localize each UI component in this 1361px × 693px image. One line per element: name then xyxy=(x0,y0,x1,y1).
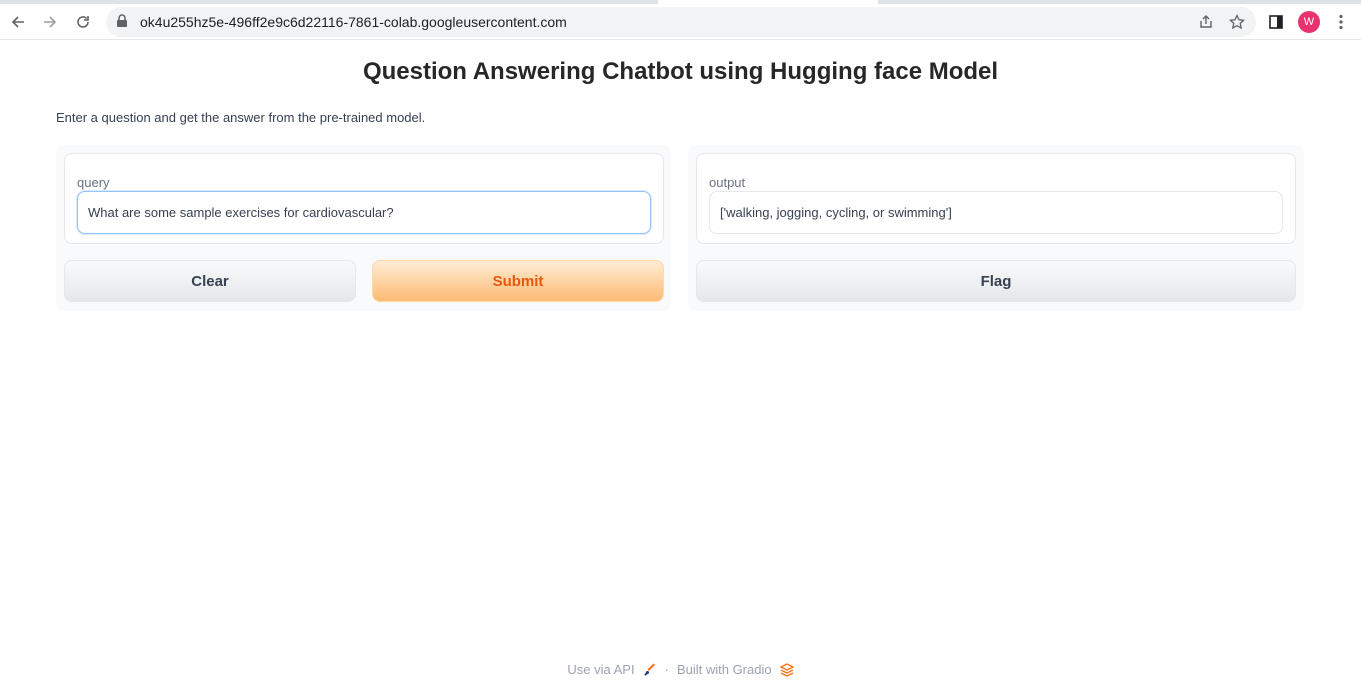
clear-button[interactable]: Clear xyxy=(64,260,356,302)
page-title: Question Answering Chatbot using Hugging… xyxy=(362,58,999,85)
query-label: query xyxy=(77,175,110,190)
back-button[interactable] xyxy=(4,8,32,36)
built-with-gradio-link[interactable]: Built with Gradio xyxy=(677,662,772,677)
bookmark-star-icon[interactable] xyxy=(1227,12,1247,32)
browser-toolbar: ok4u255hz5e-496ff2e9c6d22116-7861-colab.… xyxy=(0,4,1361,40)
page-description: Enter a question and get the answer from… xyxy=(56,110,426,125)
output-field[interactable]: ['walking, jogging, cycling, or swimming… xyxy=(709,191,1283,234)
flag-button[interactable]: Flag xyxy=(696,260,1296,302)
output-panel: output ['walking, jogging, cycling, or s… xyxy=(688,145,1304,311)
input-panel: query What are some sample exercises for… xyxy=(56,145,671,311)
avatar[interactable]: W xyxy=(1298,11,1320,33)
arrow-right-icon xyxy=(44,16,57,28)
avatar-letter: W xyxy=(1303,16,1315,28)
query-block: query What are some sample exercises for… xyxy=(64,153,664,244)
lock-icon xyxy=(116,14,128,33)
output-label: output xyxy=(709,175,746,190)
share-icon[interactable] xyxy=(1196,12,1216,32)
footer-separator: · xyxy=(664,662,669,677)
reload-button[interactable] xyxy=(69,8,97,36)
submit-button[interactable]: Submit xyxy=(372,260,664,302)
gradio-logo-icon xyxy=(779,662,794,677)
output-block: output ['walking, jogging, cycling, or s… xyxy=(696,153,1296,244)
query-input[interactable]: What are some sample exercises for cardi… xyxy=(77,191,651,234)
forward-button[interactable] xyxy=(36,8,64,36)
arrow-left-icon xyxy=(11,16,24,28)
more-menu-icon[interactable] xyxy=(1329,10,1353,34)
url-text: ok4u255hz5e-496ff2e9c6d22116-7861-colab.… xyxy=(140,14,567,30)
use-via-api-link[interactable]: Use via API xyxy=(567,662,634,677)
address-bar[interactable]: ok4u255hz5e-496ff2e9c6d22116-7861-colab.… xyxy=(106,7,1256,37)
footer: Use via API · Built with Gradio xyxy=(0,662,1361,677)
rocket-icon xyxy=(643,663,657,677)
reload-icon xyxy=(77,16,89,28)
side-panel-icon[interactable] xyxy=(1264,10,1288,34)
